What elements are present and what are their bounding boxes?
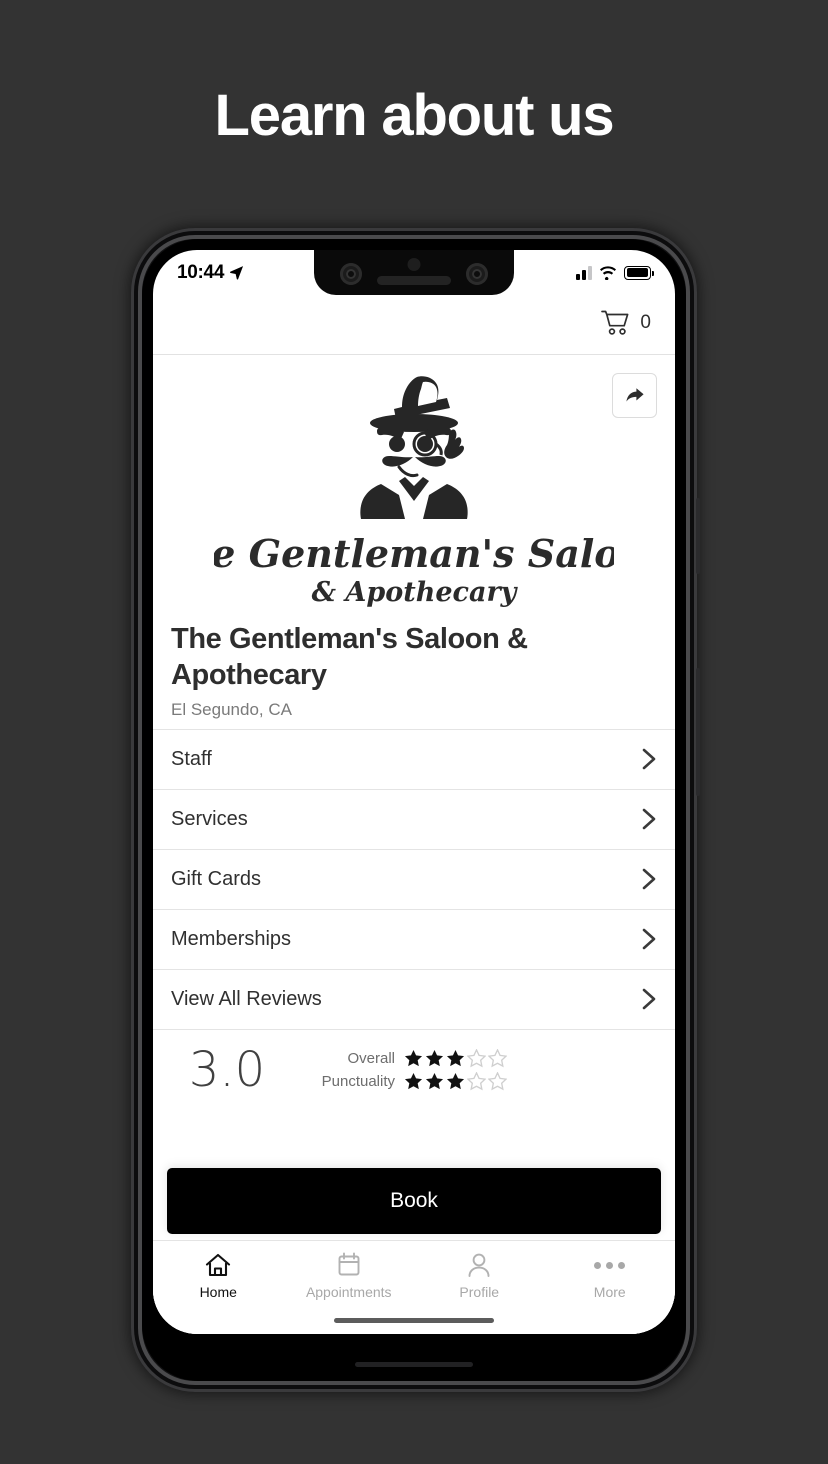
cart-count: 0 — [640, 311, 651, 333]
promo-screenshot: Learn about us 10:44 0 Gentleman's Sal &… — [0, 0, 828, 1464]
rating-row-label: Overall — [347, 1049, 395, 1067]
rating-stars-punctuality — [404, 1071, 507, 1091]
app-top-bar: 0 — [153, 295, 675, 355]
proximity-sensor-icon — [407, 258, 421, 271]
menu-item-label: Services — [171, 807, 248, 830]
chevron-right-icon — [642, 808, 656, 830]
business-profile: The Gentleman's Saloon & Apothecary The … — [153, 355, 675, 1240]
rating-stars-overall — [404, 1048, 507, 1068]
tab-home[interactable]: Home — [153, 1251, 284, 1300]
menu-item-label: View All Reviews — [171, 987, 322, 1010]
menu-item-label: Staff — [171, 747, 212, 770]
chevron-right-icon — [642, 928, 656, 950]
menu-item-view-all-reviews[interactable]: View All Reviews — [153, 969, 675, 1030]
share-arrow-icon — [625, 387, 644, 402]
book-button[interactable]: Book — [167, 1168, 661, 1234]
phone-notch — [314, 250, 514, 295]
home-icon — [206, 1253, 231, 1277]
phone-chin-speaker — [355, 1362, 473, 1367]
star-filled-icon — [425, 1072, 444, 1089]
calendar-icon — [338, 1252, 360, 1276]
wifi-icon — [600, 265, 616, 280]
rating-row-punctuality: Punctuality — [309, 1071, 507, 1091]
tab-label: More — [593, 1284, 626, 1300]
person-icon — [468, 1253, 490, 1277]
tab-label: Profile — [459, 1284, 500, 1300]
menu-item-memberships[interactable]: Memberships — [153, 909, 675, 970]
phone-screen: 10:44 0 Gentleman's Sal & Apothecary The… — [153, 250, 675, 1334]
book-button-container: Book — [153, 1168, 675, 1234]
business-location: El Segundo, CA — [171, 699, 292, 719]
page-title: Learn about us — [214, 83, 615, 148]
front-camera-right-icon — [466, 263, 488, 285]
logo-wordmark-line1: The Gentleman's Saloon — [214, 531, 614, 576]
power-button[interactable] — [696, 498, 700, 574]
tab-label: Appointments — [305, 1284, 392, 1300]
rating-row-overall: Overall — [309, 1048, 507, 1068]
business-name: The Gentleman's Saloon & Apothecary — [171, 623, 528, 692]
battery-full-icon — [624, 265, 654, 280]
front-camera-left-icon — [340, 263, 362, 285]
earpiece-speaker — [377, 276, 451, 285]
star-filled-icon — [425, 1049, 444, 1066]
profile-menu-list: Staff Services Gift Cards Memberships Vi… — [153, 728, 675, 1030]
star-empty-icon — [467, 1071, 486, 1090]
shopping-cart-icon — [601, 310, 629, 335]
menu-item-staff[interactable]: Staff — [153, 729, 675, 790]
tab-profile[interactable]: Profile — [414, 1251, 545, 1300]
star-empty-icon — [467, 1048, 486, 1067]
status-time: 10:44 — [177, 261, 225, 283]
ratings-summary: 3.0 Overall Punctuality — [153, 1030, 675, 1094]
menu-item-services[interactable]: Services — [153, 789, 675, 850]
star-empty-icon — [488, 1071, 507, 1090]
ellipsis-icon — [594, 1251, 626, 1279]
tab-appointments[interactable]: Appointments — [284, 1251, 415, 1300]
tab-more[interactable]: More — [545, 1251, 676, 1300]
business-logo-wordmark: The Gentleman's Saloon & Apothecary — [214, 531, 614, 608]
volume-button[interactable] — [696, 668, 700, 796]
chevron-right-icon — [642, 988, 656, 1010]
star-filled-icon — [404, 1072, 423, 1089]
star-filled-icon — [404, 1049, 423, 1066]
rating-breakdown: Overall Punctuality — [309, 1048, 507, 1091]
tab-label: Home — [199, 1284, 237, 1300]
chevron-right-icon — [642, 868, 656, 890]
app-content: 0 Gentleman's Sal & Apothecary The Gentl… — [153, 295, 675, 1334]
menu-item-label: Memberships — [171, 927, 292, 950]
rating-row-label: Punctuality — [321, 1072, 395, 1090]
business-header: The Gentleman's Saloon & Apothecary El S… — [153, 615, 675, 720]
chevron-right-icon — [642, 748, 656, 770]
phone-mockup: 10:44 0 Gentleman's Sal & Apothecary The… — [131, 228, 700, 1392]
logo-wordmark-line2: & Apothecary — [312, 577, 519, 608]
star-filled-icon — [446, 1072, 465, 1089]
status-indicators — [576, 265, 654, 280]
status-time-group: 10:44 — [177, 262, 244, 284]
gentleman-mascot-logo-icon — [360, 376, 468, 519]
business-logo: The Gentleman's Saloon & Apothecary — [153, 355, 675, 615]
star-filled-icon — [446, 1049, 465, 1066]
share-button[interactable] — [612, 373, 657, 418]
rating-score: 3.0 — [188, 1041, 266, 1098]
cart-button[interactable]: 0 — [601, 310, 651, 336]
star-empty-icon — [488, 1048, 507, 1067]
home-indicator[interactable] — [334, 1318, 494, 1323]
cellular-signal-icon — [576, 265, 592, 280]
menu-item-label: Gift Cards — [171, 867, 262, 890]
location-arrow-icon — [230, 266, 244, 280]
menu-item-gift-cards[interactable]: Gift Cards — [153, 849, 675, 910]
